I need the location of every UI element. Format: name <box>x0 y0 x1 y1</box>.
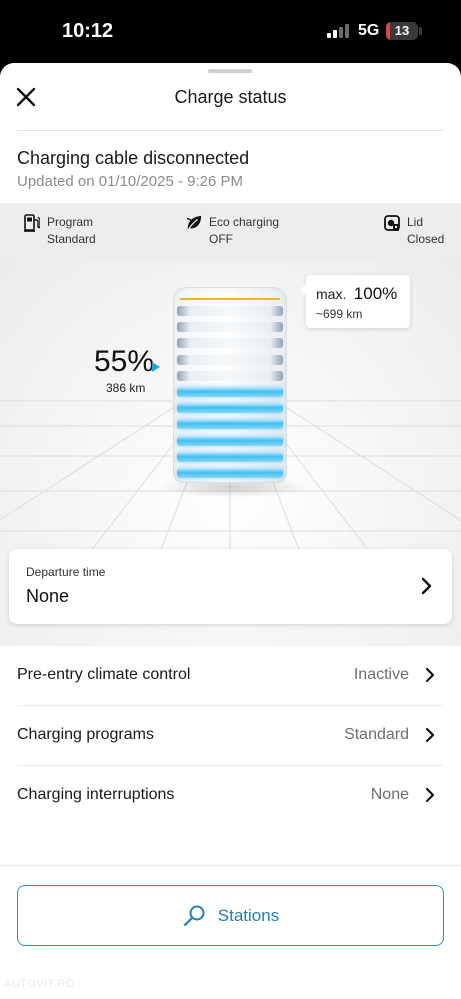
row-value: Inactive <box>353 666 409 683</box>
sheet-grabber[interactable] <box>208 69 252 73</box>
row-value: None <box>370 786 409 803</box>
charging-status-heading: Charging cable disconnected <box>17 148 250 168</box>
info-eco-label: Eco charging <box>209 215 280 229</box>
max-charge-bubble: max. 100% ~699 km <box>300 275 410 328</box>
page-title: Charge status <box>174 87 287 107</box>
info-eco-charging: Eco charging OFF <box>186 214 279 248</box>
row-value: Standard <box>344 726 409 743</box>
state-of-charge: 55% <box>94 345 155 378</box>
stations-button[interactable]: Stations <box>17 885 444 946</box>
chevron-right-icon <box>425 727 435 743</box>
max-charge-value: 100% <box>353 284 398 303</box>
info-strip: Program Standard Eco charging OFF Lid Cl… <box>0 203 461 261</box>
signal-strength-icon <box>327 24 349 38</box>
info-program-value: Standard <box>47 232 96 246</box>
battery-cell-empty <box>177 322 283 333</box>
max-label: max. <box>316 286 347 302</box>
status-bar: 10:12 5G 13 <box>0 0 461 63</box>
battery-cell-empty <box>177 354 283 365</box>
current-range: 386 km <box>106 381 146 395</box>
watermark: AUTOVIT.RO <box>4 978 75 990</box>
chevron-right-icon <box>425 787 435 803</box>
battery-cells <box>177 306 283 478</box>
bubble-arrow <box>300 284 306 296</box>
soc-marker-icon <box>152 362 160 372</box>
departure-time-card[interactable]: Departure time None <box>9 549 452 624</box>
info-lid-value: Closed <box>407 232 445 246</box>
row-label: Charging interruptions <box>17 786 175 803</box>
settings-row-charging-interruptions[interactable]: Charging interruptions None <box>17 766 444 826</box>
chevron-right-icon <box>421 577 432 595</box>
battery-cell-empty <box>177 306 283 316</box>
battery-graphic <box>173 287 287 483</box>
battery-max-line <box>180 288 280 300</box>
charging-station-icon <box>24 214 40 232</box>
info-program: Program Standard <box>24 214 96 248</box>
battery-cell-filled <box>177 419 283 430</box>
title-divider <box>17 130 444 131</box>
settings-row-pre-entry-climate[interactable]: Pre-entry climate control Inactive <box>17 646 444 706</box>
battery-tip <box>419 27 422 35</box>
battery-cell-filled <box>177 435 283 446</box>
search-icon <box>183 905 205 926</box>
battery-cell-empty <box>177 338 283 349</box>
bottom-divider <box>0 865 461 866</box>
leaf-icon <box>186 215 202 230</box>
row-label: Pre-entry climate control <box>17 666 191 683</box>
battery-indicator: 13 <box>386 22 418 40</box>
battery-cell-filled <box>177 387 283 397</box>
battery-cell-filled <box>177 403 283 414</box>
info-lid: Lid Closed <box>384 214 444 248</box>
row-label: Charging programs <box>17 726 154 743</box>
departure-time-label: Departure time <box>26 565 106 579</box>
departure-time-value: None <box>26 586 70 606</box>
max-range: ~699 km <box>316 307 363 321</box>
info-program-label: Program <box>47 215 94 229</box>
updated-timestamp: Updated on 01/10/2025 - 9:26 PM <box>17 173 243 190</box>
charge-status-sheet: Charge status Charging cable disconnecte… <box>0 63 461 999</box>
network-type: 5G <box>358 22 380 39</box>
stations-label: Stations <box>217 905 280 925</box>
battery-cell-filled <box>177 451 283 462</box>
battery-cell-filled <box>177 468 283 478</box>
settings-row-charging-programs[interactable]: Charging programs Standard <box>17 706 444 766</box>
battery-level: 13 <box>394 23 410 38</box>
status-time: 10:12 <box>62 20 114 42</box>
info-lid-label: Lid <box>407 215 424 229</box>
info-eco-value: OFF <box>209 232 233 246</box>
chevron-right-icon <box>425 667 435 683</box>
charge-lid-icon <box>384 215 400 231</box>
battery-cell-empty <box>177 370 283 381</box>
